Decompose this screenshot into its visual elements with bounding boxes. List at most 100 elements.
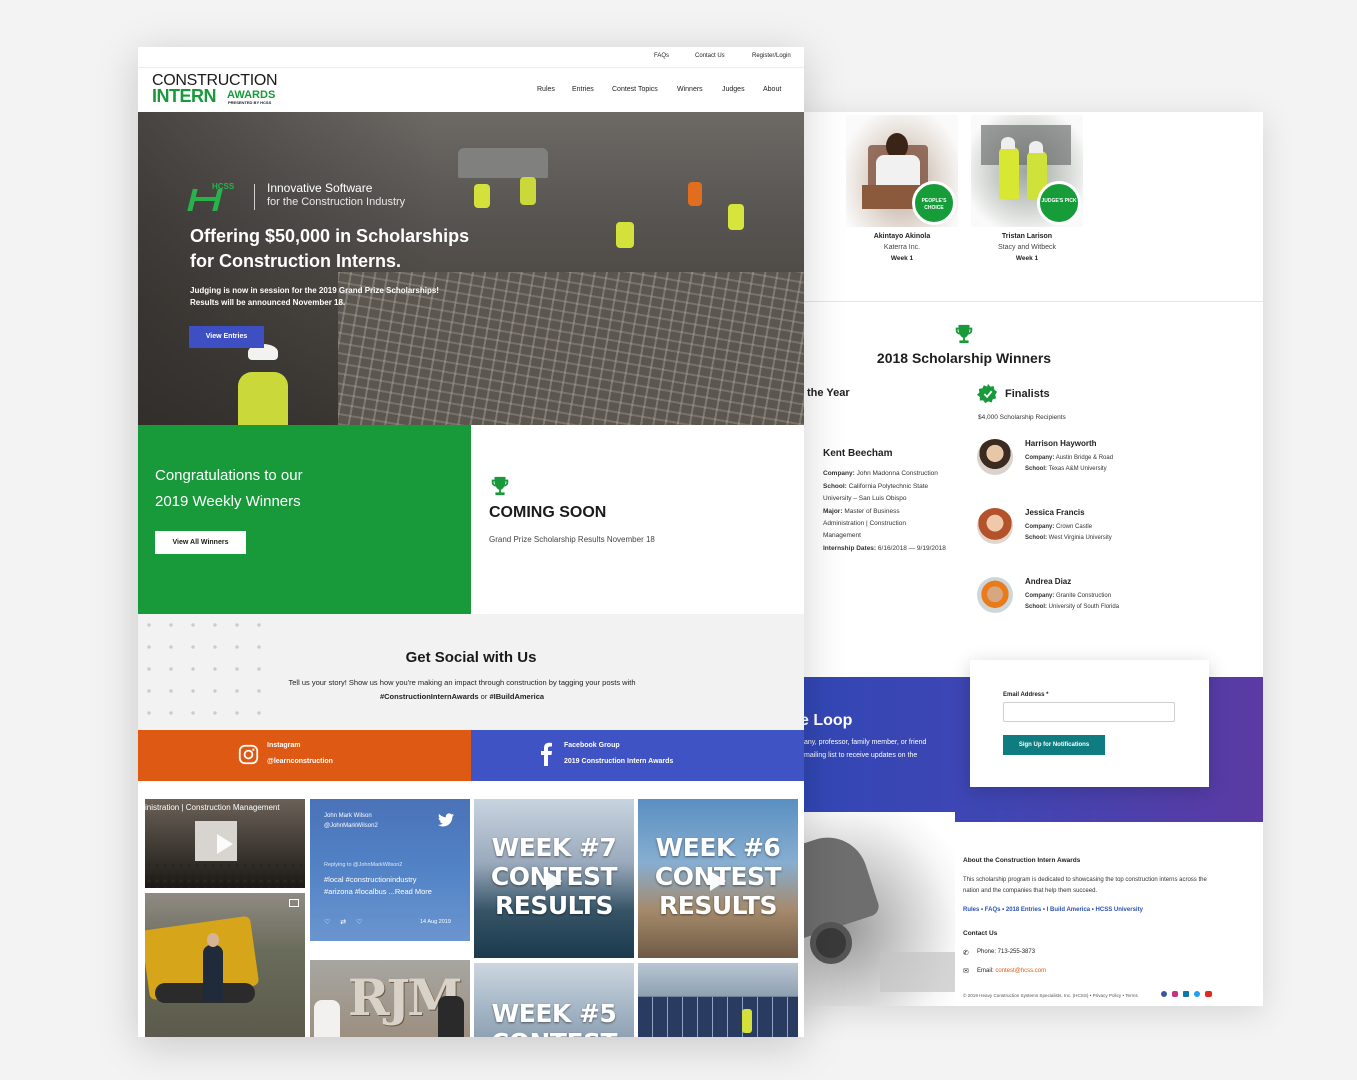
coming-soon-title: COMING SOON <box>489 504 607 521</box>
hero-banner: HCSS Innovative Software for the Constru… <box>138 112 804 425</box>
trophy-icon <box>955 324 973 344</box>
social-tile-video[interactable]: inistration | Construction Management <box>145 799 305 888</box>
social-tile-week5[interactable]: WEEK #5 CONTEST <box>474 963 634 1037</box>
linkedin-icon[interactable] <box>1183 991 1189 997</box>
tweet-handle: @JohnMarkWilson2 <box>324 823 378 829</box>
winner-photo-larison[interactable]: JUDGE'S PICK <box>971 115 1083 227</box>
finalist-name: Andrea Diaz <box>1025 577 1072 586</box>
util-nav-faqs[interactable]: FAQs <box>654 53 669 59</box>
judges-pick-badge: JUDGE'S PICK <box>1037 181 1081 225</box>
triangle-pattern <box>138 614 268 730</box>
instagram-icon <box>238 744 259 765</box>
week-subtitle: CONTEST <box>474 1028 634 1037</box>
social-tile-rjm[interactable]: RJM <box>310 960 470 1037</box>
nav-entries[interactable]: Entries <box>572 86 594 93</box>
finalists-title: Finalists <box>1005 388 1050 400</box>
week-title: WEEK #6 <box>655 833 781 862</box>
congrats-line: 2019 Weekly Winners <box>155 493 301 510</box>
signup-button[interactable]: Sign Up for Notifications <box>1003 735 1105 755</box>
front-page-preview: FAQs Contact Us Register/Login CONSTRUCT… <box>138 47 804 1037</box>
hero-tagline: Innovative Software <box>267 181 373 195</box>
kent-details: Company: John Madonna Construction Schoo… <box>823 470 946 552</box>
finalist-badge-icon <box>977 383 998 404</box>
finalist-name: Harrison Hayworth <box>1025 439 1097 448</box>
finalists-subtitle: $4,000 Scholarship Recipients <box>978 414 1066 421</box>
truck-shape <box>458 148 548 178</box>
play-icon <box>546 871 562 891</box>
nav-contest-topics[interactable]: Contest Topics <box>612 86 658 93</box>
hero-headline: for Construction Interns. <box>190 251 401 271</box>
winner-name: Tristan Larison <box>1001 233 1053 240</box>
week-title: WEEK #5 <box>491 999 617 1028</box>
back-page-preview: PEOPLE'S CHOICE Akintayo Akinola Katerra… <box>770 112 1263 1006</box>
tweet-text: #arizona #localbus ...Read More <box>324 887 432 896</box>
winner-week: Week 1 <box>1015 255 1039 262</box>
finalist-name: Jessica Francis <box>1025 508 1085 517</box>
twitter-icon[interactable] <box>1194 991 1200 997</box>
footer-links[interactable]: Rules • FAQs • 2018 Entries • I Build Am… <box>963 907 1143 913</box>
social-tile-tweet[interactable]: John Mark Wilson @JohnMarkWilson2 Replyi… <box>310 799 470 941</box>
coming-soon-text: Grand Prize Scholarship Results November… <box>489 535 655 544</box>
hero-tagline: for the Construction Industry <box>267 196 406 208</box>
loop-text: mailing list to receive updates on the <box>804 752 918 759</box>
play-icon <box>217 834 233 854</box>
finalist-avatar <box>977 577 1013 613</box>
email-field[interactable] <box>1003 702 1175 722</box>
kent-name: Kent Beecham <box>823 448 893 459</box>
loop-text: any, professor, family member, or friend <box>804 739 927 746</box>
social-tile-week7[interactable]: WEEK #7 CONTEST RESULTS <box>474 799 634 958</box>
email-link[interactable]: contest@hcss.com <box>995 968 1046 974</box>
get-social-section: Get Social with Us Tell us your story! S… <box>138 614 804 730</box>
social-tile-solar[interactable] <box>638 963 798 1037</box>
social-title: Get Social with Us <box>405 649 537 666</box>
hero-subtext: Results will be announced November 18. <box>190 298 346 307</box>
intern-of-year-heading: the Year <box>807 387 850 399</box>
winner-company: Katerra Inc. <box>883 244 921 251</box>
social-hashtags: #ConstructionInternAwards or #IBuildAmer… <box>379 692 545 701</box>
site-logo[interactable]: CONSTRUCTION INTERN AWARDS PRESENTED BY … <box>152 72 292 108</box>
instagram-icon[interactable] <box>1172 991 1178 997</box>
email-icon: ✉ <box>963 968 969 975</box>
tweet-actions[interactable]: ♡ ⇄ ♡ <box>324 918 366 926</box>
instagram-bar[interactable]: Instagram @learnconstruction <box>138 730 471 781</box>
facebook-icon[interactable] <box>1161 991 1167 997</box>
nav-judges[interactable]: Judges <box>722 86 745 93</box>
nav-about[interactable]: About <box>763 86 781 93</box>
instagram-handle: @learnconstruction <box>267 758 333 765</box>
finalist-avatar <box>977 439 1013 475</box>
copyright: © 2019 Heavy Construction Systems Specia… <box>963 993 1138 998</box>
tweet-text: #local #constructionindustry <box>324 875 417 884</box>
congrats-line: Congratulations to our <box>155 467 303 484</box>
finalist-details: Company: Austin Bridge & Road School: Te… <box>1025 455 1114 472</box>
youtube-icon[interactable] <box>1205 991 1212 997</box>
util-nav-contact[interactable]: Contact Us <box>695 53 725 59</box>
view-all-winners-button[interactable]: View All Winners <box>155 531 246 554</box>
week-title: WEEK #7 <box>491 833 617 862</box>
week-subtitle: RESULTS <box>659 891 777 920</box>
finalist-avatar <box>977 508 1013 544</box>
winner-week: Week 1 <box>890 255 914 262</box>
about-text: This scholarship program is dedicated to… <box>963 877 1207 883</box>
social-text: Tell us your story! Show us how you're m… <box>288 678 636 687</box>
divider <box>138 67 804 68</box>
social-tile-excavator[interactable] <box>145 893 305 1037</box>
facebook-group: 2019 Construction Intern Awards <box>564 758 674 765</box>
contact-title: Contact Us <box>963 930 998 937</box>
util-nav-register[interactable]: Register/Login <box>752 53 791 59</box>
view-entries-button[interactable]: View Entries <box>189 326 264 348</box>
about-text: nation and the companies that help them … <box>963 888 1098 894</box>
email-text: Email: contest@hcss.com <box>977 968 1047 974</box>
hcss-logo: HCSS <box>187 182 236 213</box>
play-icon <box>710 871 726 891</box>
nav-rules[interactable]: Rules <box>537 86 555 93</box>
social-tile-week6[interactable]: WEEK #6 CONTEST RESULTS <box>638 799 798 958</box>
facebook-bar[interactable]: Facebook Group 2019 Construction Intern … <box>471 730 804 781</box>
finalist-details: Company: Crown Castle School: West Virgi… <box>1025 524 1112 541</box>
finalist-details: Company: Granite Construction School: Un… <box>1025 593 1120 610</box>
peoples-choice-badge: PEOPLE'S CHOICE <box>912 181 956 225</box>
winner-photo-akinola[interactable]: PEOPLE'S CHOICE <box>846 115 958 227</box>
nav-winners[interactable]: Winners <box>677 86 703 93</box>
carousel-icon <box>289 899 299 907</box>
twitter-icon <box>438 813 454 827</box>
about-title: About the Construction Intern Awards <box>963 857 1081 864</box>
